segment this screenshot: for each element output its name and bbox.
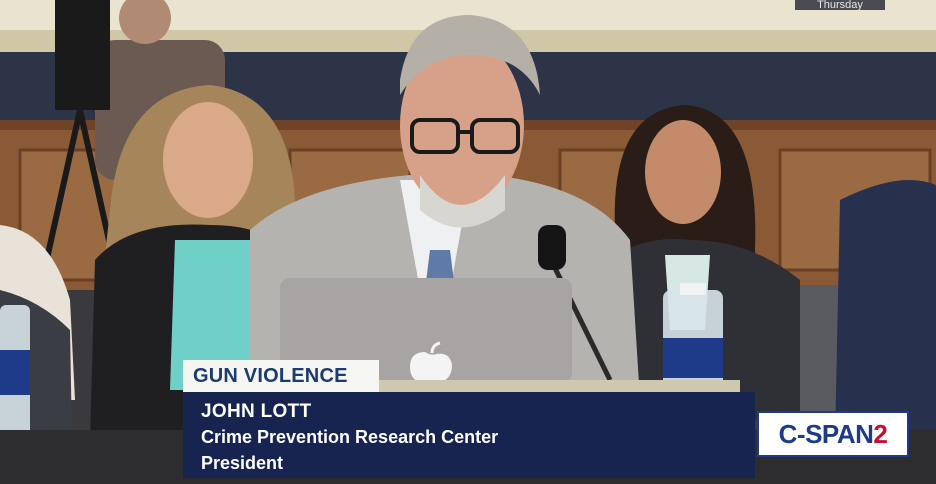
network-logo: C-SPAN2: [757, 411, 909, 457]
network-name: C-SPAN: [778, 419, 874, 449]
day-tag: Thursday: [795, 0, 885, 10]
apple-logo-icon: [410, 352, 452, 383]
lower-third: JOHN LOTT Crime Prevention Research Cent…: [183, 392, 755, 478]
network-number: 2: [873, 419, 888, 449]
topic-text: GUN VIOLENCE: [193, 365, 348, 387]
speaker-organization: Crime Prevention Research Center: [201, 427, 499, 447]
video-frame: Thursday GUN VIOLENCE JOHN LOTT Crime Pr…: [0, 0, 936, 484]
topic-banner: GUN VIOLENCE: [183, 360, 379, 392]
speaker-name: JOHN LOTT: [201, 401, 312, 422]
speaker-title: President: [201, 453, 284, 473]
